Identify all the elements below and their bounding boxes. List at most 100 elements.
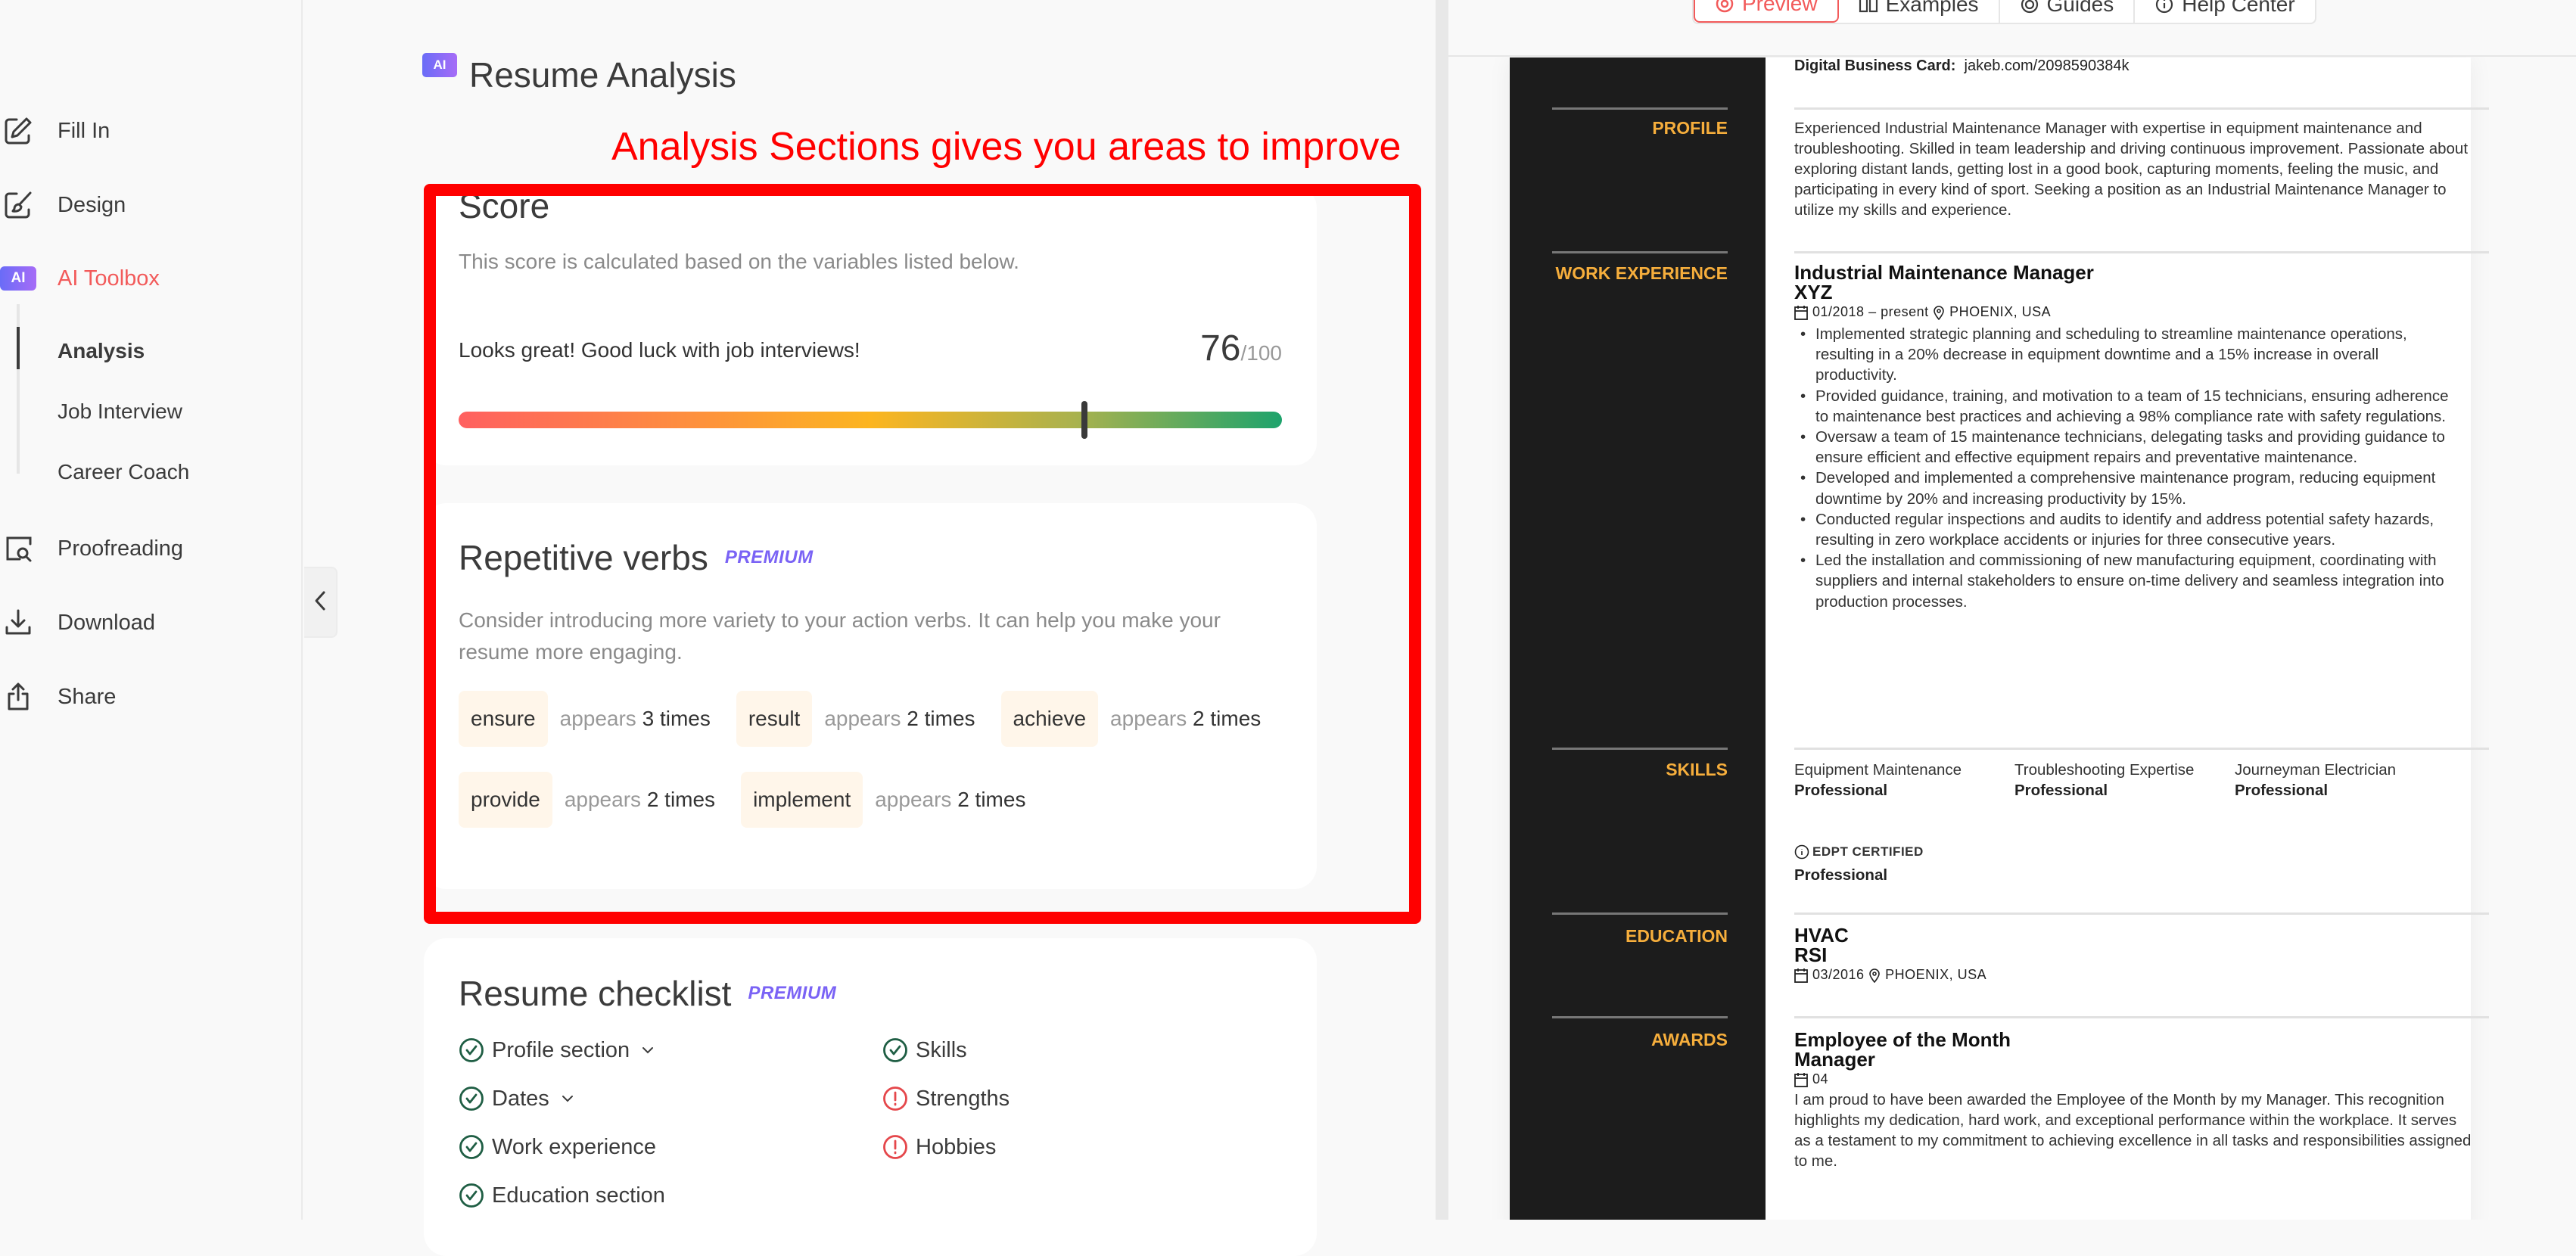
job-bullet: Conducted regular inspections and audits… — [1794, 509, 2460, 550]
preview-tabs: Preview Examples Guides Help Center — [1692, 0, 2316, 24]
section-title-skills: SKILLS — [1666, 760, 1728, 779]
info-icon — [1794, 844, 1809, 859]
job-title: Industrial Maintenance Manager — [1794, 261, 2094, 284]
checklist-item: Strengths — [882, 1086, 1010, 1111]
verb-count: appears 2 times — [1110, 707, 1262, 730]
location-pin-icon — [1869, 968, 1880, 983]
verb-pill: provide — [459, 772, 552, 828]
job-meta: 01/2018 – present PHOENIX, USA — [1794, 304, 2051, 320]
location-pin-icon — [1934, 305, 1944, 320]
checklist-item-label: Work experience — [492, 1134, 657, 1159]
tab-preview[interactable]: Preview — [1694, 0, 1839, 23]
section-title-work-experience: WORK EXPERIENCE — [1555, 263, 1728, 283]
checklist-item[interactable]: Dates — [459, 1086, 583, 1111]
section-divider — [1552, 1016, 1728, 1018]
score-gradient-bar — [459, 412, 1282, 428]
skill-item: Equipment Maintenance Professional — [1794, 761, 1962, 799]
share-icon — [2, 680, 35, 713]
score-max: /100 — [1240, 341, 1283, 365]
annotation-label: Analysis Sections gives you areas to imp… — [611, 125, 1402, 169]
calendar-icon — [1794, 1072, 1808, 1087]
warning-circle-icon — [883, 1087, 907, 1111]
section-title-profile: PROFILE — [1652, 118, 1728, 138]
checklist-title: Resume checklist — [459, 974, 732, 1013]
panel-splitter[interactable] — [1436, 0, 1448, 1220]
sidebar-item-design[interactable]: Design — [0, 182, 126, 228]
warning-circle-icon — [883, 1135, 907, 1159]
sidebar-item-share[interactable]: Share — [0, 674, 116, 720]
check-circle-icon — [883, 1038, 907, 1062]
page-header: AI Resume Analysis — [422, 51, 736, 95]
section-divider — [1552, 912, 1728, 915]
sidebar-item-ai-toolbox[interactable]: AI AI Toolbox — [0, 256, 160, 301]
book-icon — [1859, 0, 1878, 13]
award-title: Employee of the Month — [1794, 1028, 2011, 1051]
premium-badge: PREMIUM — [724, 547, 814, 567]
collapse-sidebar-button[interactable] — [304, 567, 338, 638]
sidebar-item-fill-in[interactable]: Fill In — [0, 108, 110, 154]
sidebar-subitem-career-coach[interactable]: Career Coach — [58, 460, 189, 484]
section-divider — [1794, 107, 2489, 110]
verb-count: appears 2 times — [564, 788, 716, 811]
education-degree: HVAC — [1794, 924, 1849, 947]
sidebar-item-proofreading[interactable]: Proofreading — [0, 526, 183, 571]
section-divider — [1794, 912, 2489, 915]
submenu-active-indicator — [17, 327, 20, 369]
job-bullet: Oversaw a team of 15 maintenance technic… — [1794, 427, 2460, 468]
page-title: Resume Analysis — [469, 55, 736, 95]
education-school: RSI — [1794, 944, 1828, 966]
repetitive-verbs-card: Repetitive verbs PREMIUM Consider introd… — [424, 503, 1317, 889]
sidebar-item-download[interactable]: Download — [0, 600, 155, 645]
tab-help-center[interactable]: Help Center — [2135, 0, 2314, 23]
checklist-item-label: Strengths — [916, 1086, 1010, 1111]
job-bullet: Implemented strategic planning and sched… — [1794, 324, 2460, 386]
preview-toolbar: Preview Examples Guides Help Center — [1448, 0, 2576, 57]
resume-checklist-card: Resume checklist PREMIUM Profile section… — [424, 938, 1317, 1256]
checklist-item-label: Hobbies — [916, 1134, 997, 1159]
score-title: Score — [459, 186, 550, 225]
business-card-line: Digital Business Card: jakeb.com/2098590… — [1794, 58, 2130, 74]
checklist-item[interactable]: Profile section — [459, 1037, 663, 1063]
section-divider — [1794, 1016, 2489, 1018]
section-divider — [1794, 251, 2489, 253]
chevron-down-icon — [562, 1096, 573, 1102]
checklist-item: Hobbies — [882, 1134, 996, 1160]
score-description: This score is calculated based on the va… — [459, 250, 1019, 273]
job-bullet: Provided guidance, training, and motivat… — [1794, 386, 2460, 427]
verb-pill: achieve — [1000, 691, 1099, 747]
checklist-item-label: Skills — [916, 1037, 967, 1062]
sidebar-subitem-analysis[interactable]: Analysis — [58, 339, 145, 363]
checklist-item: Skills — [882, 1037, 967, 1063]
edit-pencil-icon — [2, 114, 35, 148]
job-bullet: Led the installation and commissioning o… — [1794, 550, 2460, 612]
tab-guides[interactable]: Guides — [2000, 0, 2136, 23]
checklist-item: Work experience — [459, 1134, 656, 1160]
help-info-icon — [2156, 0, 2173, 14]
chevron-left-icon — [313, 589, 328, 616]
score-marker — [1081, 401, 1087, 439]
check-circle-icon — [459, 1135, 484, 1159]
preview-eye-icon — [1716, 0, 1734, 13]
check-circle-icon — [459, 1183, 484, 1208]
repetitive-verbs-title: Repetitive verbs — [459, 538, 708, 577]
calendar-icon — [1794, 305, 1808, 320]
chevron-down-icon — [642, 1047, 654, 1054]
sidebar-subitem-job-interview[interactable]: Job Interview — [58, 399, 182, 424]
verb-count: appears 3 times — [559, 707, 711, 730]
preview-panel: PROFILE WORK EXPERIENCE SKILLS EDUCATION… — [1448, 0, 2576, 1220]
skill-item: Troubleshooting Expertise Professional — [2014, 761, 2195, 799]
education-meta: 03/2016 PHOENIX, USA — [1794, 967, 1986, 983]
section-title-awards: AWARDS — [1651, 1030, 1728, 1049]
job-bullet: Developed and implemented a comprehensiv… — [1794, 468, 2460, 508]
job-bullet-list: Implemented strategic planning and sched… — [1794, 324, 2460, 612]
check-circle-icon — [459, 1038, 484, 1062]
repetitive-verbs-description: Consider introducing more variety to you… — [459, 608, 1221, 664]
target-icon — [2021, 0, 2038, 14]
section-divider — [1552, 748, 1728, 750]
tab-examples[interactable]: Examples — [1839, 0, 2000, 23]
skill-item: Journeyman Electrician Professional — [2235, 761, 2397, 799]
premium-badge: PREMIUM — [748, 983, 837, 1003]
sidebar: Fill In Design AI AI Toolbox Analysis Jo… — [0, 0, 303, 1220]
award-meta: 04 — [1794, 1071, 1828, 1087]
check-circle-icon — [459, 1087, 484, 1111]
